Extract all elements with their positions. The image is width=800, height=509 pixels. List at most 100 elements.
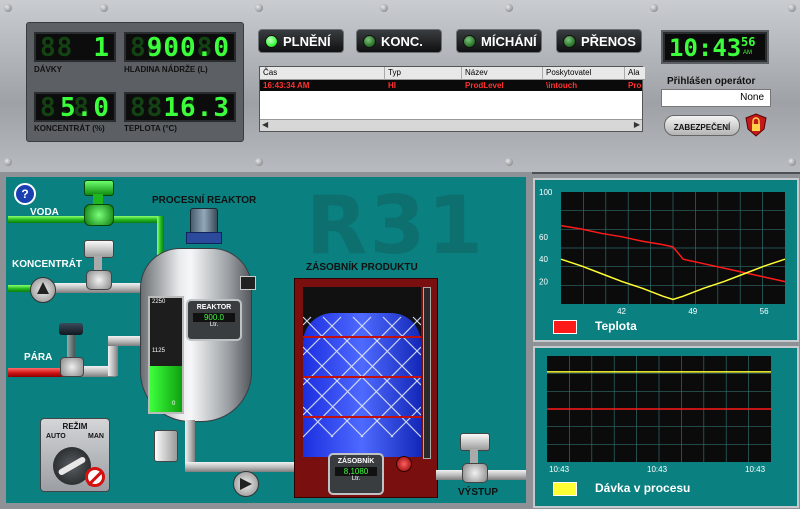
steam-label: PÁRA <box>24 352 53 363</box>
concentrate-button-label: KONC. <box>381 33 423 49</box>
temperature-value: 16.3 <box>163 93 230 123</box>
alarm-row-type: HI <box>388 81 396 90</box>
reactor-title: PROCESNÍ REAKTOR <box>152 195 257 206</box>
reactor-agitator-motor <box>186 208 222 246</box>
y-tick-label: 20 <box>539 278 548 287</box>
mixing-button[interactable]: MÍCHÁNÍ <box>456 29 542 53</box>
mode-man-label: MAN <box>88 433 104 440</box>
batch-legend-label: Dávka v procesu <box>595 481 691 495</box>
tank-lattice <box>303 316 421 438</box>
transfer-status-led <box>563 34 576 48</box>
reactor-trend-icon[interactable] <box>240 276 256 290</box>
product-tank-title: ZÁSOBNÍK PRODUKTU <box>306 262 418 273</box>
operator-value: None <box>740 92 764 103</box>
product-tank-alarm-icon[interactable] <box>396 456 412 472</box>
product-tank-inner <box>303 287 421 457</box>
tank-level-value: 900.0 <box>146 33 230 63</box>
product-tank-unit: Ltr. <box>351 476 361 482</box>
output-valve[interactable] <box>458 433 490 483</box>
mode-switch[interactable]: REŽIM AUTO MAN <box>40 418 110 492</box>
operator-title: Přihlášen operátor <box>667 76 756 87</box>
clock-time: 10:43 <box>669 34 742 62</box>
clock-seconds: 56 <box>741 35 756 49</box>
mode-auto-label: AUTO <box>46 433 66 440</box>
alarm-col-provider[interactable]: Poskytovatel <box>543 67 625 80</box>
alarm-col-name[interactable]: Název <box>462 67 543 80</box>
temperature-legend-swatch <box>553 320 577 334</box>
reactor-name: REAKTOR <box>196 304 232 311</box>
reactor-info-badge: REAKTOR 900.0 Ltr. <box>186 299 242 341</box>
reactor-sight-glass: 2250 1125 0 <box>148 296 184 414</box>
water-label: VODA <box>30 207 59 218</box>
fill-status-led <box>265 34 278 48</box>
concentrate-valve[interactable] <box>82 240 114 290</box>
mixing-status-led <box>463 34 476 48</box>
transfer-pipe <box>185 462 297 472</box>
alarm-row-provider: \intouch <box>546 81 578 90</box>
mode-switch-title: REŽIM <box>62 422 88 431</box>
temperature-label: TEPLOTA (°C) <box>124 124 177 133</box>
scroll-left-icon[interactable]: ◀ <box>262 120 268 129</box>
fill-button-label: PLNĚNÍ <box>283 33 331 49</box>
batch-chart-panel: 10:43 10:43 10:43 Dávka v procesu <box>533 346 799 508</box>
x-tick-label: 10:43 <box>647 465 668 474</box>
alarm-col-alarm[interactable]: Ala <box>625 67 645 80</box>
security-button[interactable]: ZABEZPEČENÍ <box>664 115 740 136</box>
product-tank-value: 8,1080 <box>335 467 377 476</box>
help-icon[interactable]: ? <box>14 183 36 205</box>
alarm-col-time[interactable]: Čas <box>260 67 385 80</box>
clock-display: 10:43 56 AM <box>661 30 769 64</box>
alarm-table[interactable]: Čas Typ Název Poskytovatel Ala 16:43:34 … <box>259 66 645 132</box>
x-tick-label: 56 <box>760 307 769 316</box>
steam-pipe-top <box>108 336 144 346</box>
transfer-button-label: PŘENOS <box>581 33 636 49</box>
product-tank-name: ZÁSOBNÍK <box>337 458 375 465</box>
concentrate-label: KONCENTRÁT (%) <box>34 124 105 133</box>
table-empty-area <box>260 91 642 119</box>
reactor-unit: Ltr. <box>209 322 219 328</box>
concentrate-label: KONCENTRÁT <box>12 259 82 270</box>
batch-count-value: 1 <box>93 33 110 63</box>
y-tick-label: 40 <box>539 255 548 264</box>
alarm-horizontal-scrollbar[interactable]: ◀ ▶ <box>260 119 642 131</box>
x-tick-label: 42 <box>617 307 626 316</box>
alarm-row-alarm: Pro <box>628 81 642 90</box>
reactor-outlet-pipe <box>185 420 195 466</box>
concentrate-pump[interactable] <box>30 277 56 303</box>
security-button-label: ZABEZPEČENÍ <box>673 123 731 132</box>
clock-ampm: AM <box>743 50 752 56</box>
temperature-chart-panel: 20 40 60 100 42 49 56 Teplota <box>533 178 799 342</box>
alarm-col-type[interactable]: Typ <box>385 67 462 80</box>
tank-level-label: HLADINA NÁDRŽE (L) <box>124 65 208 74</box>
x-tick-label: 49 <box>688 307 697 316</box>
security-lock-icon[interactable] <box>745 113 767 137</box>
scroll-right-icon[interactable]: ▶ <box>634 120 640 129</box>
water-valve[interactable] <box>80 180 116 230</box>
alarm-row-name: ProdLevel <box>465 81 504 90</box>
operator-field: None <box>661 89 771 107</box>
reactor-value: 900.0 <box>193 313 235 322</box>
product-tank-info-badge: ZÁSOBNÍK 8,1080 Ltr. <box>328 453 384 495</box>
outlet-valve[interactable] <box>152 430 184 470</box>
tank-level-display: 888.8 900.0 <box>122 30 238 64</box>
alarm-row-time: 16:43:34 AM <box>263 81 310 90</box>
temperature-chart: 20 40 60 100 42 49 56 <box>539 188 786 316</box>
reactor-level-fill <box>150 366 182 412</box>
concentrate-value: 5.0 <box>60 93 110 123</box>
concentrate-status-led <box>363 34 376 48</box>
batch-legend-swatch <box>553 482 577 496</box>
product-tank-level-gauge <box>423 287 431 459</box>
mode-error-icon <box>85 467 105 487</box>
transfer-pump[interactable] <box>233 471 259 497</box>
reactor-scale-top: 2250 <box>152 299 166 305</box>
mixing-button-label: MÍCHÁNÍ <box>481 33 537 49</box>
y-tick-label: 100 <box>539 188 553 197</box>
x-tick-label: 10:43 <box>549 465 570 474</box>
fill-button[interactable]: PLNĚNÍ <box>258 29 344 53</box>
reactor-watermark: R31 <box>306 179 485 272</box>
table-row[interactable]: 16:43:34 AM HI ProdLevel \intouch Pro <box>260 80 642 91</box>
steam-valve[interactable] <box>58 323 84 377</box>
output-label: VÝSTUP <box>458 487 499 498</box>
transfer-button[interactable]: PŘENOS <box>556 29 642 53</box>
concentrate-button[interactable]: KONC. <box>356 29 442 53</box>
